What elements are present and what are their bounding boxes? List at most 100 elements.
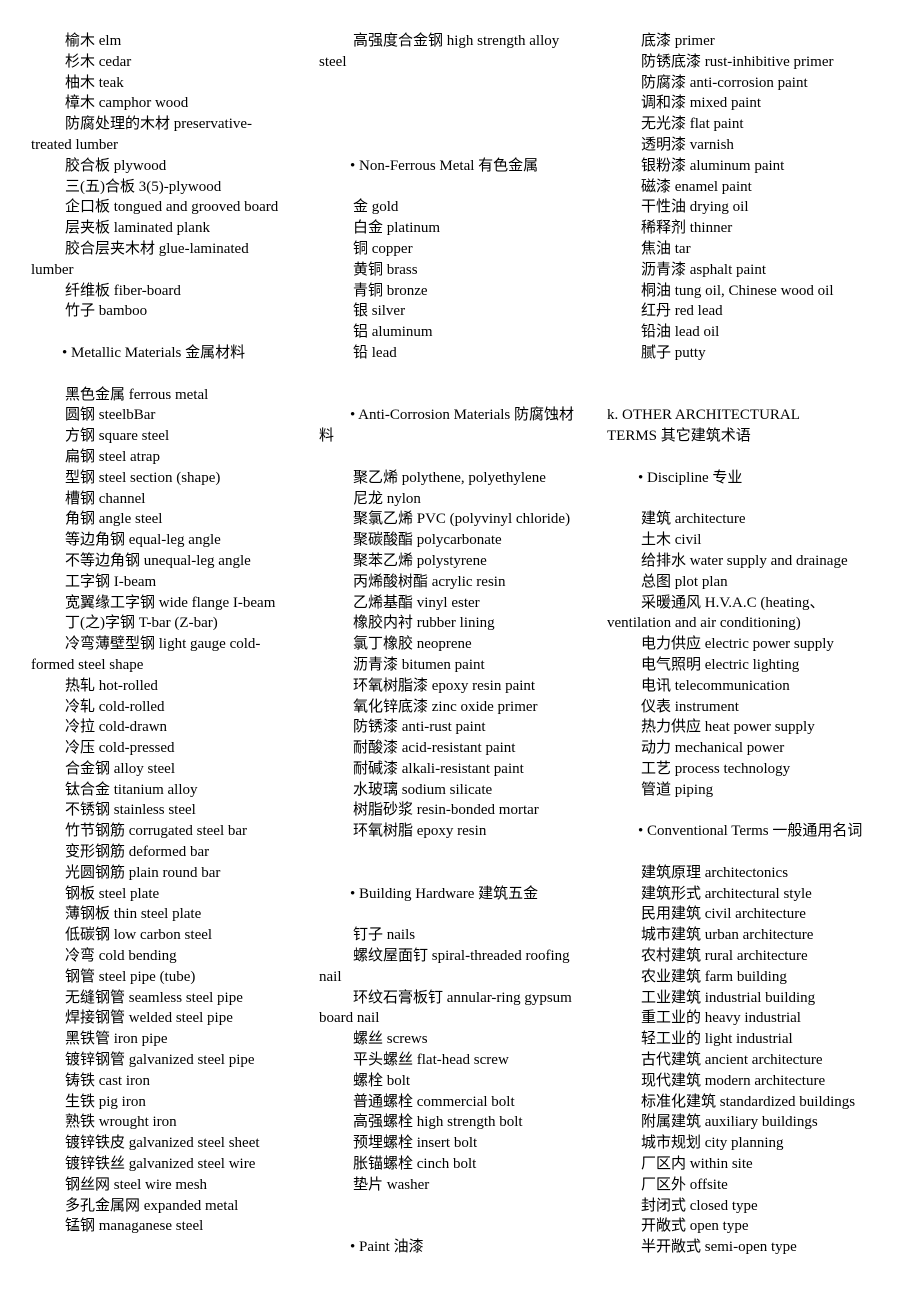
section-heading: • Building Hardware 建筑五金 — [350, 885, 539, 902]
glossary-term: 冷压 cold-pressed — [65, 740, 175, 757]
glossary-term: 建筑 architecture — [641, 511, 746, 528]
glossary-term: 宽翼缘工字钢 wide flange I-beam — [65, 594, 276, 611]
glossary-term: 乙烯基酯 vinyl ester — [353, 594, 480, 611]
glossary-term: 预埋螺栓 insert bolt — [353, 1135, 478, 1152]
glossary-term: 民用建筑 civil architecture — [641, 906, 806, 923]
glossary-term: 工艺 process technology — [641, 760, 791, 777]
glossary-term: 多孔金属网 expanded metal — [65, 1197, 239, 1214]
column-3: 底漆 primer 防锈底漆 rust-inhibitive primer 防腐漆 … — [607, 31, 897, 1258]
glossary-term: board nail — [319, 1010, 380, 1027]
glossary-term: 层夹板 laminated plank — [65, 220, 210, 237]
glossary-term: 方钢 square steel — [65, 428, 170, 445]
glossary-term: 腻子 putty — [641, 344, 706, 361]
glossary-term: 银 silver — [353, 303, 406, 320]
glossary-term: 镀锌铁皮 galvanized steel sheet — [65, 1135, 260, 1152]
glossary-term: 白金 platinum — [353, 220, 441, 237]
glossary-term: 底漆 primer — [641, 33, 715, 49]
glossary-term: 合金钢 alloy steel — [65, 760, 175, 777]
glossary-term: steel — [319, 53, 347, 70]
glossary-term: 城市建筑 urban architecture — [641, 927, 814, 944]
glossary-term: 扁钢 steel atrap — [65, 448, 160, 465]
glossary-term: 聚乙烯 polythene, polyethylene — [353, 469, 546, 486]
glossary-term: 银粉漆 aluminum paint — [641, 157, 785, 174]
glossary-term: 竹节钢筋 corrugated steel bar — [65, 823, 248, 840]
glossary-term: 熟铁 wrought iron — [65, 1114, 177, 1131]
glossary-term: formed steel shape — [31, 656, 144, 673]
glossary-term: 电气照明 electric lighting — [641, 656, 800, 673]
glossary-term: 耐酸漆 acid-resistant paint — [353, 740, 516, 757]
section-heading: • Discipline 专业 — [638, 469, 743, 486]
glossary-term: 耐碱漆 alkali-resistant paint — [353, 760, 524, 777]
glossary-term: 铅 lead — [353, 344, 397, 361]
glossary-term: 桐油 tung oil, Chinese wood oil — [641, 282, 834, 299]
glossary-term: 工业建筑 industrial building — [641, 989, 816, 1006]
glossary-term: 仪表 instrument — [641, 698, 739, 715]
glossary-term: 不等边角钢 unequal-leg angle — [65, 552, 251, 569]
glossary-term: 沥青漆 bitumen paint — [353, 656, 485, 673]
glossary-term: 柚木 teak — [65, 74, 124, 91]
glossary-term: 管道 piping — [641, 781, 714, 798]
glossary-term: 平头螺丝 flat-head screw — [353, 1052, 509, 1069]
glossary-term: 等边角钢 equal-leg angle — [65, 532, 221, 549]
glossary-term: 胀锚螺栓 cinch bolt — [353, 1156, 477, 1173]
glossary-term: 聚氯乙烯 PVC (polyvinyl chloride) — [353, 511, 571, 528]
section-heading: • Non-Ferrous Metal 有色金属 — [350, 157, 539, 174]
glossary-term: 古代建筑 ancient architecture — [641, 1052, 823, 1069]
glossary-term: ventilation and air conditioning) — [607, 615, 801, 632]
glossary-term: 轻工业的 light industrial — [641, 1031, 793, 1048]
glossary-term: 螺栓 bolt — [353, 1072, 411, 1089]
glossary-term: 丁(之)字钢 T-bar (Z-bar) — [65, 615, 218, 632]
glossary-term: 氯丁橡胶 neoprene — [353, 636, 472, 653]
glossary-term: 防锈漆 anti-rust paint — [353, 719, 486, 736]
glossary-term: 热力供应 heat power supply — [641, 719, 815, 736]
chapter-heading: k. OTHER ARCHITECTURAL — [607, 407, 800, 424]
glossary-term: 橡胶内衬 rubber lining — [353, 615, 495, 632]
glossary-term: 环氧树脂漆 epoxy resin paint — [353, 677, 536, 694]
glossary-term: 铸铁 cast iron — [65, 1072, 150, 1089]
glossary-term: 重工业的 heavy industrial — [641, 1010, 801, 1027]
glossary-term: 标准化建筑 standardized buildings — [641, 1093, 856, 1110]
section-heading: • Anti-Corrosion Materials 防腐蚀材 — [350, 407, 574, 424]
glossary-term: 樟木 camphor wood — [65, 95, 189, 112]
glossary-term: 纤维板 fiber-board — [65, 282, 181, 299]
glossary-term: 封闭式 closed type — [641, 1197, 758, 1214]
glossary-term: 调和漆 mixed paint — [641, 95, 761, 112]
glossary-term: 电讯 telecommunication — [641, 677, 790, 694]
glossary-term: 钢管 steel pipe (tube) — [65, 968, 196, 985]
glossary-term: 胶合板 plywood — [65, 157, 167, 174]
glossary-term: 磁漆 enamel paint — [641, 178, 752, 195]
glossary-term: 生铁 pig iron — [65, 1093, 146, 1110]
glossary-term: 总图 plot plan — [641, 573, 728, 590]
glossary-term: 焊接钢管 welded steel pipe — [65, 1010, 233, 1027]
glossary-term: 土木 civil — [641, 532, 702, 549]
glossary-term: 冷弯薄壁型钢 light gauge cold- — [65, 636, 261, 653]
glossary-term: 环纹石膏板钉 annular-ring gypsum — [353, 989, 572, 1006]
glossary-term: 尼龙 nylon — [353, 490, 421, 507]
glossary-term: 开敞式 open type — [641, 1218, 749, 1235]
glossary-term: 变形钢筋 deformed bar — [65, 844, 210, 861]
glossary-term: 铜 copper — [353, 240, 413, 257]
glossary-term: 竹子 bamboo — [65, 303, 148, 320]
glossary-term: 稀释剂 thinner — [641, 220, 733, 237]
glossary-term: 厂区内 within site — [641, 1156, 753, 1173]
glossary-term: 垫片 washer — [353, 1176, 430, 1193]
glossary-term: 黄铜 brass — [353, 261, 418, 278]
glossary-term: 镀锌钢管 galvanized steel pipe — [65, 1052, 255, 1069]
column-2: 高强度合金钢 high strength alloy steel • Non-Fer… — [319, 31, 599, 1258]
glossary-term: 螺丝 screws — [353, 1031, 428, 1048]
glossary-term: 厂区外 offsite — [641, 1176, 728, 1193]
glossary-term: 工字钢 I-beam — [65, 573, 157, 590]
glossary-term: 圆钢 steelbBar — [65, 407, 156, 424]
